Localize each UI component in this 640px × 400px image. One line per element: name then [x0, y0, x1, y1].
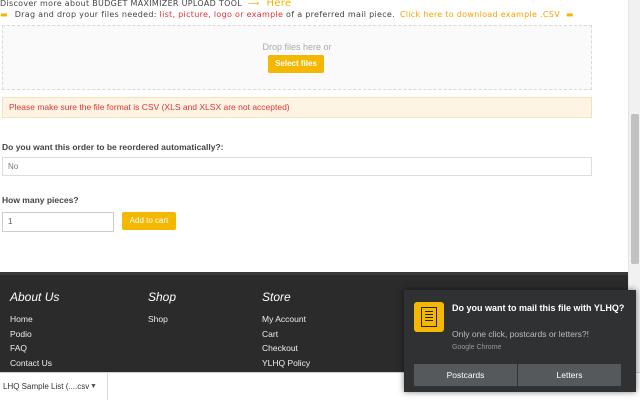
footer-link-contact[interactable]: Contact Us [10, 358, 59, 373]
chrome-notification: Do you want to mail this file with YLHQ?… [404, 290, 636, 392]
select-files-button[interactable]: Select files [268, 55, 324, 73]
folder-icon: ▬ [565, 10, 574, 19]
document-icon [414, 302, 444, 332]
intro-text: Discover more about BUDGET MAXIMIZER UPL… [0, 0, 243, 8]
chevron-down-icon[interactable]: ▼ [90, 373, 97, 400]
reorder-select[interactable]: No [2, 157, 592, 176]
instructions-highlight: list, picture, logo or example [159, 10, 284, 19]
download-example-link[interactable]: Click here to download example .CSV [400, 10, 560, 19]
footer-shop-column: Shop Shop [148, 290, 176, 329]
reorder-label: Do you want this order to be reordered a… [2, 142, 224, 152]
footer-link-my-account[interactable]: My Account [262, 314, 310, 329]
dropzone-text: Drop files here or [262, 42, 332, 52]
downloaded-file-name: LHQ Sample List (....csv [3, 382, 90, 391]
footer-shop-title: Shop [148, 290, 177, 304]
file-format-warning: Please make sure the file format is CSV … [2, 97, 592, 118]
footer-link-cart[interactable]: Cart [262, 329, 310, 344]
footer-link-checkout[interactable]: Checkout [262, 343, 310, 358]
letters-button[interactable]: Letters [518, 364, 621, 386]
postcards-button[interactable]: Postcards [414, 364, 517, 386]
folder-icon: ▬ [0, 10, 8, 19]
footer-link-faq[interactable]: FAQ [10, 343, 59, 358]
arrow-right-icon: ⟶ [247, 0, 260, 8]
footer-store-column: Store My Account Cart Checkout YLHQ Poli… [262, 290, 310, 372]
add-to-cart-button[interactable]: Add to cart [122, 212, 176, 230]
quantity-input[interactable]: 1 [2, 212, 114, 232]
drag-drop-instructions: ▬ Drag and drop your files needed: list,… [0, 10, 574, 19]
notification-source: Google Chrome [452, 344, 502, 351]
notification-title: Do you want to mail this file with YLHQ? [452, 303, 625, 313]
here-link[interactable]: Here [267, 0, 292, 9]
footer-link-policy[interactable]: YLHQ Policy [262, 358, 310, 373]
pieces-label: How many pieces? [2, 195, 79, 205]
notification-body: Only one click, postcards or letters?! [452, 329, 590, 339]
upload-tool-intro: Discover more about BUDGET MAXIMIZER UPL… [0, 0, 291, 9]
footer-store-title: Store [262, 290, 291, 304]
footer-about-title: About Us [10, 290, 60, 304]
footer-link-podio[interactable]: Podio [10, 329, 59, 344]
footer-about-column: About Us Home Podio FAQ Contact Us [10, 290, 59, 372]
scrollbar-thumb[interactable] [631, 114, 639, 264]
footer-link-home[interactable]: Home [10, 314, 59, 329]
instructions-prefix: Drag and drop your files needed: [14, 10, 157, 19]
footer-link-shop[interactable]: Shop [148, 314, 176, 329]
instructions-suffix: of a preferred mail piece. [286, 10, 395, 19]
